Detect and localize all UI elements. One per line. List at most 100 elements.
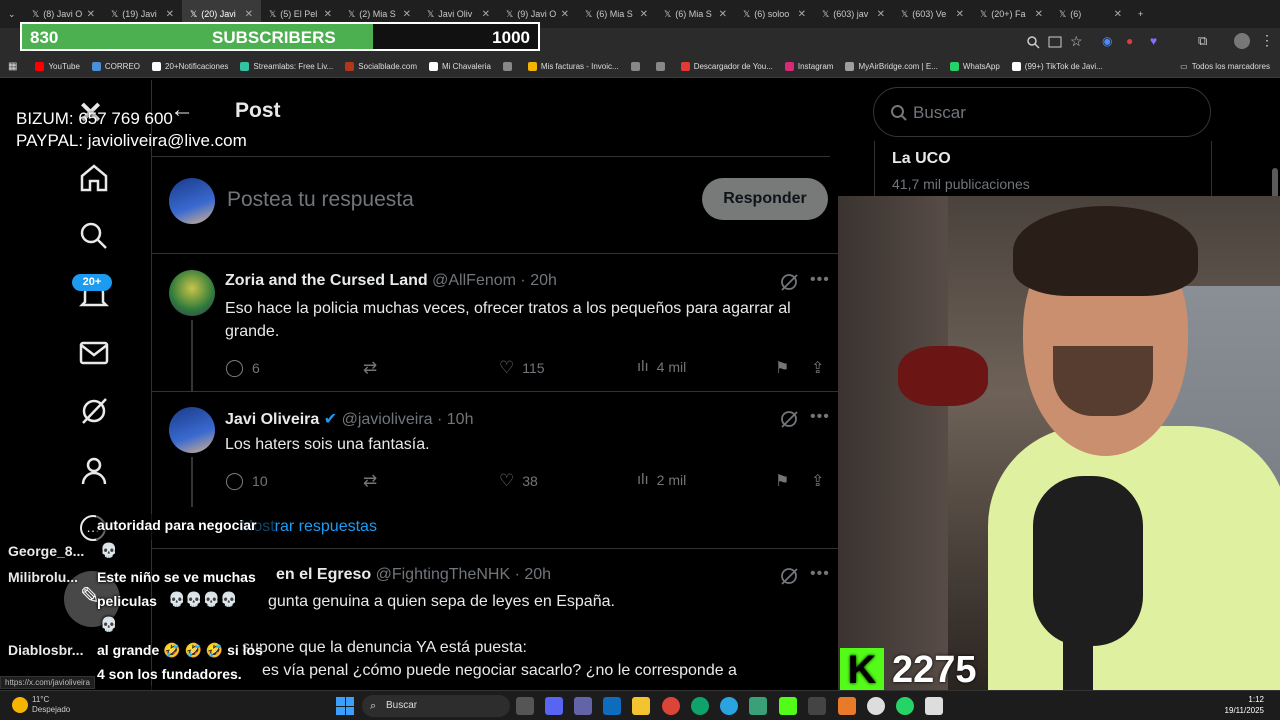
close-tab-icon[interactable]: ✕ (719, 9, 727, 20)
close-tab-icon[interactable]: ✕ (324, 9, 332, 20)
home-icon[interactable] (79, 163, 109, 193)
install-app-icon[interactable] (1048, 35, 1062, 49)
bookmark-item[interactable]: Mis facturas - Invoic... (527, 62, 619, 71)
teams-icon[interactable] (574, 697, 592, 715)
bookmark-action[interactable]: ⚑ (775, 358, 789, 378)
app-icon[interactable] (749, 697, 767, 715)
explore-search-icon[interactable] (79, 221, 109, 251)
close-tab-icon[interactable]: ✕ (403, 9, 411, 20)
weather-widget[interactable]: 11°C Despejado (32, 695, 70, 715)
all-bookmarks-folder[interactable]: ▭ Todos los marcadores (1180, 62, 1270, 71)
bookmark-item[interactable]: 20+Notificaciones (152, 62, 228, 71)
share-action[interactable]: ⇪ (811, 358, 824, 378)
bookmark-star-icon[interactable]: ☆ (1070, 33, 1083, 50)
repost-action[interactable]: ⇄ (363, 471, 377, 491)
browser-menu-icon[interactable]: ⋮ (1260, 32, 1274, 49)
more-icon[interactable]: ••• (810, 271, 830, 289)
app-icon[interactable] (925, 697, 943, 715)
tweet[interactable]: Javi Oliveira ✔ @javioliveira · 10h ••• … (152, 407, 838, 507)
new-tab-button[interactable]: + (1130, 0, 1156, 28)
extension-icon[interactable]: ◉ (1102, 34, 1112, 48)
tweet-author-name[interactable]: en el Egreso (276, 566, 371, 583)
tweet[interactable]: Zoria and the Cursed Land @AllFenom · 20… (152, 270, 838, 392)
bookmark-item[interactable] (655, 62, 669, 71)
close-tab-icon[interactable]: ✕ (245, 9, 253, 20)
more-icon[interactable]: ••• (810, 565, 830, 583)
browser-tab[interactable]: 𝕏 (20+) Fa ✕ (972, 0, 1051, 28)
edge-icon[interactable] (691, 697, 709, 715)
tweet-author-name[interactable]: Javi Oliveira (225, 411, 319, 428)
apps-icon[interactable]: ▦ (8, 61, 17, 72)
tweet-time[interactable]: 20h (530, 272, 557, 289)
views-action[interactable]: ılı 4 mil (637, 358, 686, 375)
scrollbar-thumb[interactable] (1272, 168, 1278, 198)
close-tab-icon[interactable]: ✕ (1035, 9, 1043, 20)
messages-envelope-icon[interactable] (79, 340, 109, 366)
profile-avatar[interactable] (1234, 33, 1250, 49)
tweet-handle[interactable]: @AllFenom (432, 272, 516, 289)
bookmark-item[interactable]: Streamlabs: Free Liv... (240, 62, 333, 71)
tweet-handle[interactable]: @FightingTheNHK (376, 566, 511, 583)
profile-person-icon[interactable] (79, 456, 109, 486)
bookmark-item[interactable] (630, 62, 644, 71)
avatar[interactable] (169, 407, 215, 453)
close-tab-icon[interactable]: ✕ (640, 9, 648, 20)
like-action[interactable]: ♡ 38 (499, 471, 538, 491)
tweet-author-name[interactable]: Zoria and the Cursed Land (225, 272, 428, 289)
tweet-time[interactable]: 10h (447, 411, 474, 428)
search-input[interactable]: Buscar (873, 87, 1211, 137)
app-icon[interactable] (779, 697, 797, 715)
bookmark-item[interactable]: CORREO (91, 62, 140, 71)
share-action[interactable]: ⇪ (811, 471, 824, 491)
bookmark-item[interactable]: Socialblade.com (345, 62, 417, 71)
bookmark-item[interactable]: Descargador de You... (680, 62, 773, 71)
browser-tab[interactable]: 𝕏 (603) jav ✕ (814, 0, 893, 28)
extension-icon[interactable]: ♥ (1150, 34, 1157, 48)
file-explorer-icon[interactable] (632, 697, 650, 715)
close-tab-icon[interactable]: ✕ (166, 9, 174, 20)
close-tab-icon[interactable]: ✕ (798, 9, 806, 20)
bookmark-item[interactable]: YouTube (35, 62, 80, 71)
whatsapp-icon[interactable] (896, 697, 914, 715)
close-tab-icon[interactable]: ✕ (1114, 9, 1122, 20)
close-tab-icon[interactable]: ✕ (561, 9, 569, 20)
close-tab-icon[interactable]: ✕ (877, 9, 885, 20)
bookmark-action[interactable]: ⚑ (775, 471, 789, 491)
browser-tab[interactable]: 𝕏 (6) soloo ✕ (735, 0, 814, 28)
close-tab-icon[interactable]: ✕ (956, 9, 964, 20)
repost-action[interactable]: ⇄ (363, 358, 377, 378)
app-icon[interactable] (867, 697, 885, 715)
bookmark-item[interactable]: (99+) TikTok de Javi... (1011, 62, 1103, 71)
bookmark-item[interactable]: Mi Chavaleria (428, 62, 491, 71)
like-action[interactable]: ♡ 115 (499, 358, 545, 378)
bookmark-item[interactable]: WhatsApp (949, 62, 1000, 71)
outlook-icon[interactable] (603, 697, 621, 715)
extensions-puzzle-icon[interactable]: ⧉ (1198, 33, 1207, 49)
browser-tab[interactable]: 𝕏 (6) Mia S ✕ (656, 0, 735, 28)
reply-input[interactable]: Postea tu respuesta (227, 188, 414, 212)
close-tab-icon[interactable]: ✕ (87, 9, 95, 20)
grok-icon[interactable] (79, 396, 109, 426)
tweet-time[interactable]: 20h (524, 566, 551, 583)
tweet-handle[interactable]: @javioliveira (342, 411, 433, 428)
weather-icon[interactable] (12, 697, 28, 713)
close-tab-icon[interactable]: ✕ (482, 9, 490, 20)
grok-icon[interactable] (780, 273, 798, 291)
reply-action[interactable]: ◯ 6 (225, 358, 260, 378)
trend-item[interactable]: La UCO 41,7 mil publicaciones (874, 141, 1212, 199)
app-icon[interactable] (838, 697, 856, 715)
bookmark-item[interactable] (502, 62, 516, 71)
extension-icon[interactable]: ● (1126, 34, 1133, 48)
avatar[interactable] (169, 270, 215, 316)
reply-action[interactable]: ◯ 10 (225, 471, 268, 491)
browser-tab[interactable]: 𝕏 (6) Mia S ✕ (577, 0, 656, 28)
bookmark-item[interactable]: MyAirBridge.com | E... (845, 62, 938, 71)
grok-icon[interactable] (780, 410, 798, 428)
taskbar-clock[interactable]: 1:12 19/11/2025 (1225, 694, 1264, 716)
reply-button[interactable]: Responder (702, 178, 828, 220)
task-view-icon[interactable] (516, 697, 534, 715)
app-icon[interactable] (808, 697, 826, 715)
windows-start-icon[interactable] (336, 697, 354, 715)
views-action[interactable]: ılı 2 mil (637, 471, 686, 488)
telegram-icon[interactable] (720, 697, 738, 715)
